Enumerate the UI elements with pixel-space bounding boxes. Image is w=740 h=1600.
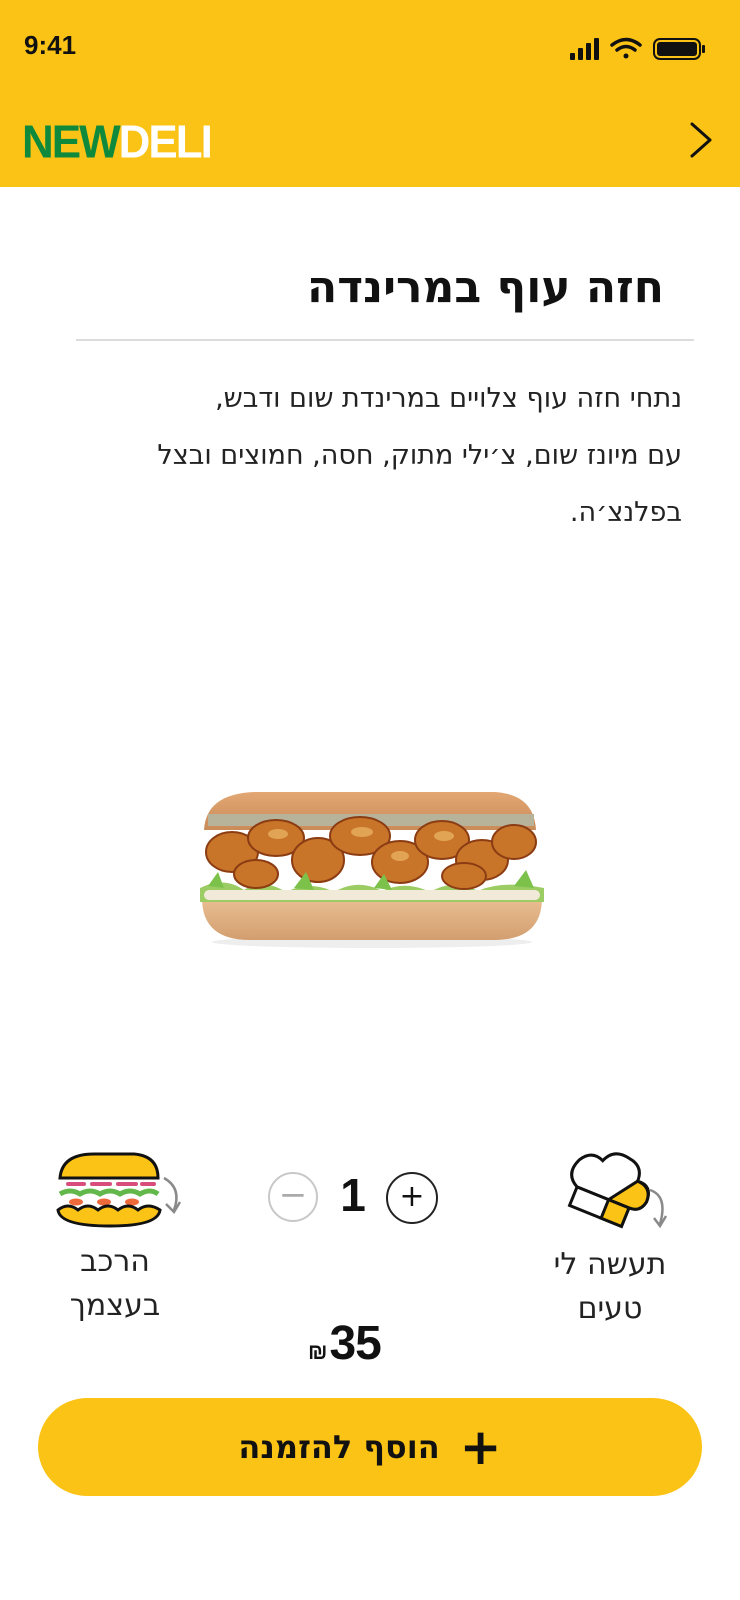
custom-build-label[interactable]: הרכב בעצמך [40,1240,190,1328]
description-line: עם מיונז שום, צ׳ילי מתוק, חסה, חמוצים וב… [157,440,682,471]
app-header: 9:41 NEWDELI [0,0,740,187]
product-title: חזה עוף במרינדה [307,262,664,313]
chicken-sandwich-image [200,792,544,948]
quantity-minus-button[interactable]: − [268,1172,318,1222]
brand-logo-new: NEW [22,116,121,169]
quantity-value: 1 [340,1169,366,1221]
description-line: בפלנצ׳ה. [569,497,682,528]
price-currency: ₪ [308,1339,328,1364]
brand-logo: NEWDELI [22,116,213,170]
title-divider [76,339,694,341]
product-description: נתחי חזה עוף צלויים במרינדת שום ודבש, עם… [72,370,682,541]
add-to-order-label: הוסף להזמנה [238,1428,440,1466]
price-amount: 35 [329,1317,381,1370]
sandwich-builder-icon[interactable] [54,1148,186,1232]
wifi-icon [610,37,642,59]
add-to-order-button[interactable]: + הוסף להזמנה [38,1398,702,1496]
signal-icon [570,38,599,60]
chef-hat-icon[interactable] [560,1146,680,1242]
quantity-plus-button[interactable]: + [386,1172,438,1224]
chevron-right-icon[interactable] [688,120,714,160]
description-line: נתחי חזה עוף צלויים במרינדת שום ודבש, [215,383,682,414]
plus-icon: + [459,1418,502,1476]
brand-logo-deli: DELI [118,116,213,169]
status-time: 9:41 [24,30,77,60]
battery-icon [653,38,705,60]
status-icons [570,37,705,60]
price: ₪35 [308,1316,382,1371]
chef-choice-label[interactable]: תעשה לי טעים [530,1243,690,1331]
